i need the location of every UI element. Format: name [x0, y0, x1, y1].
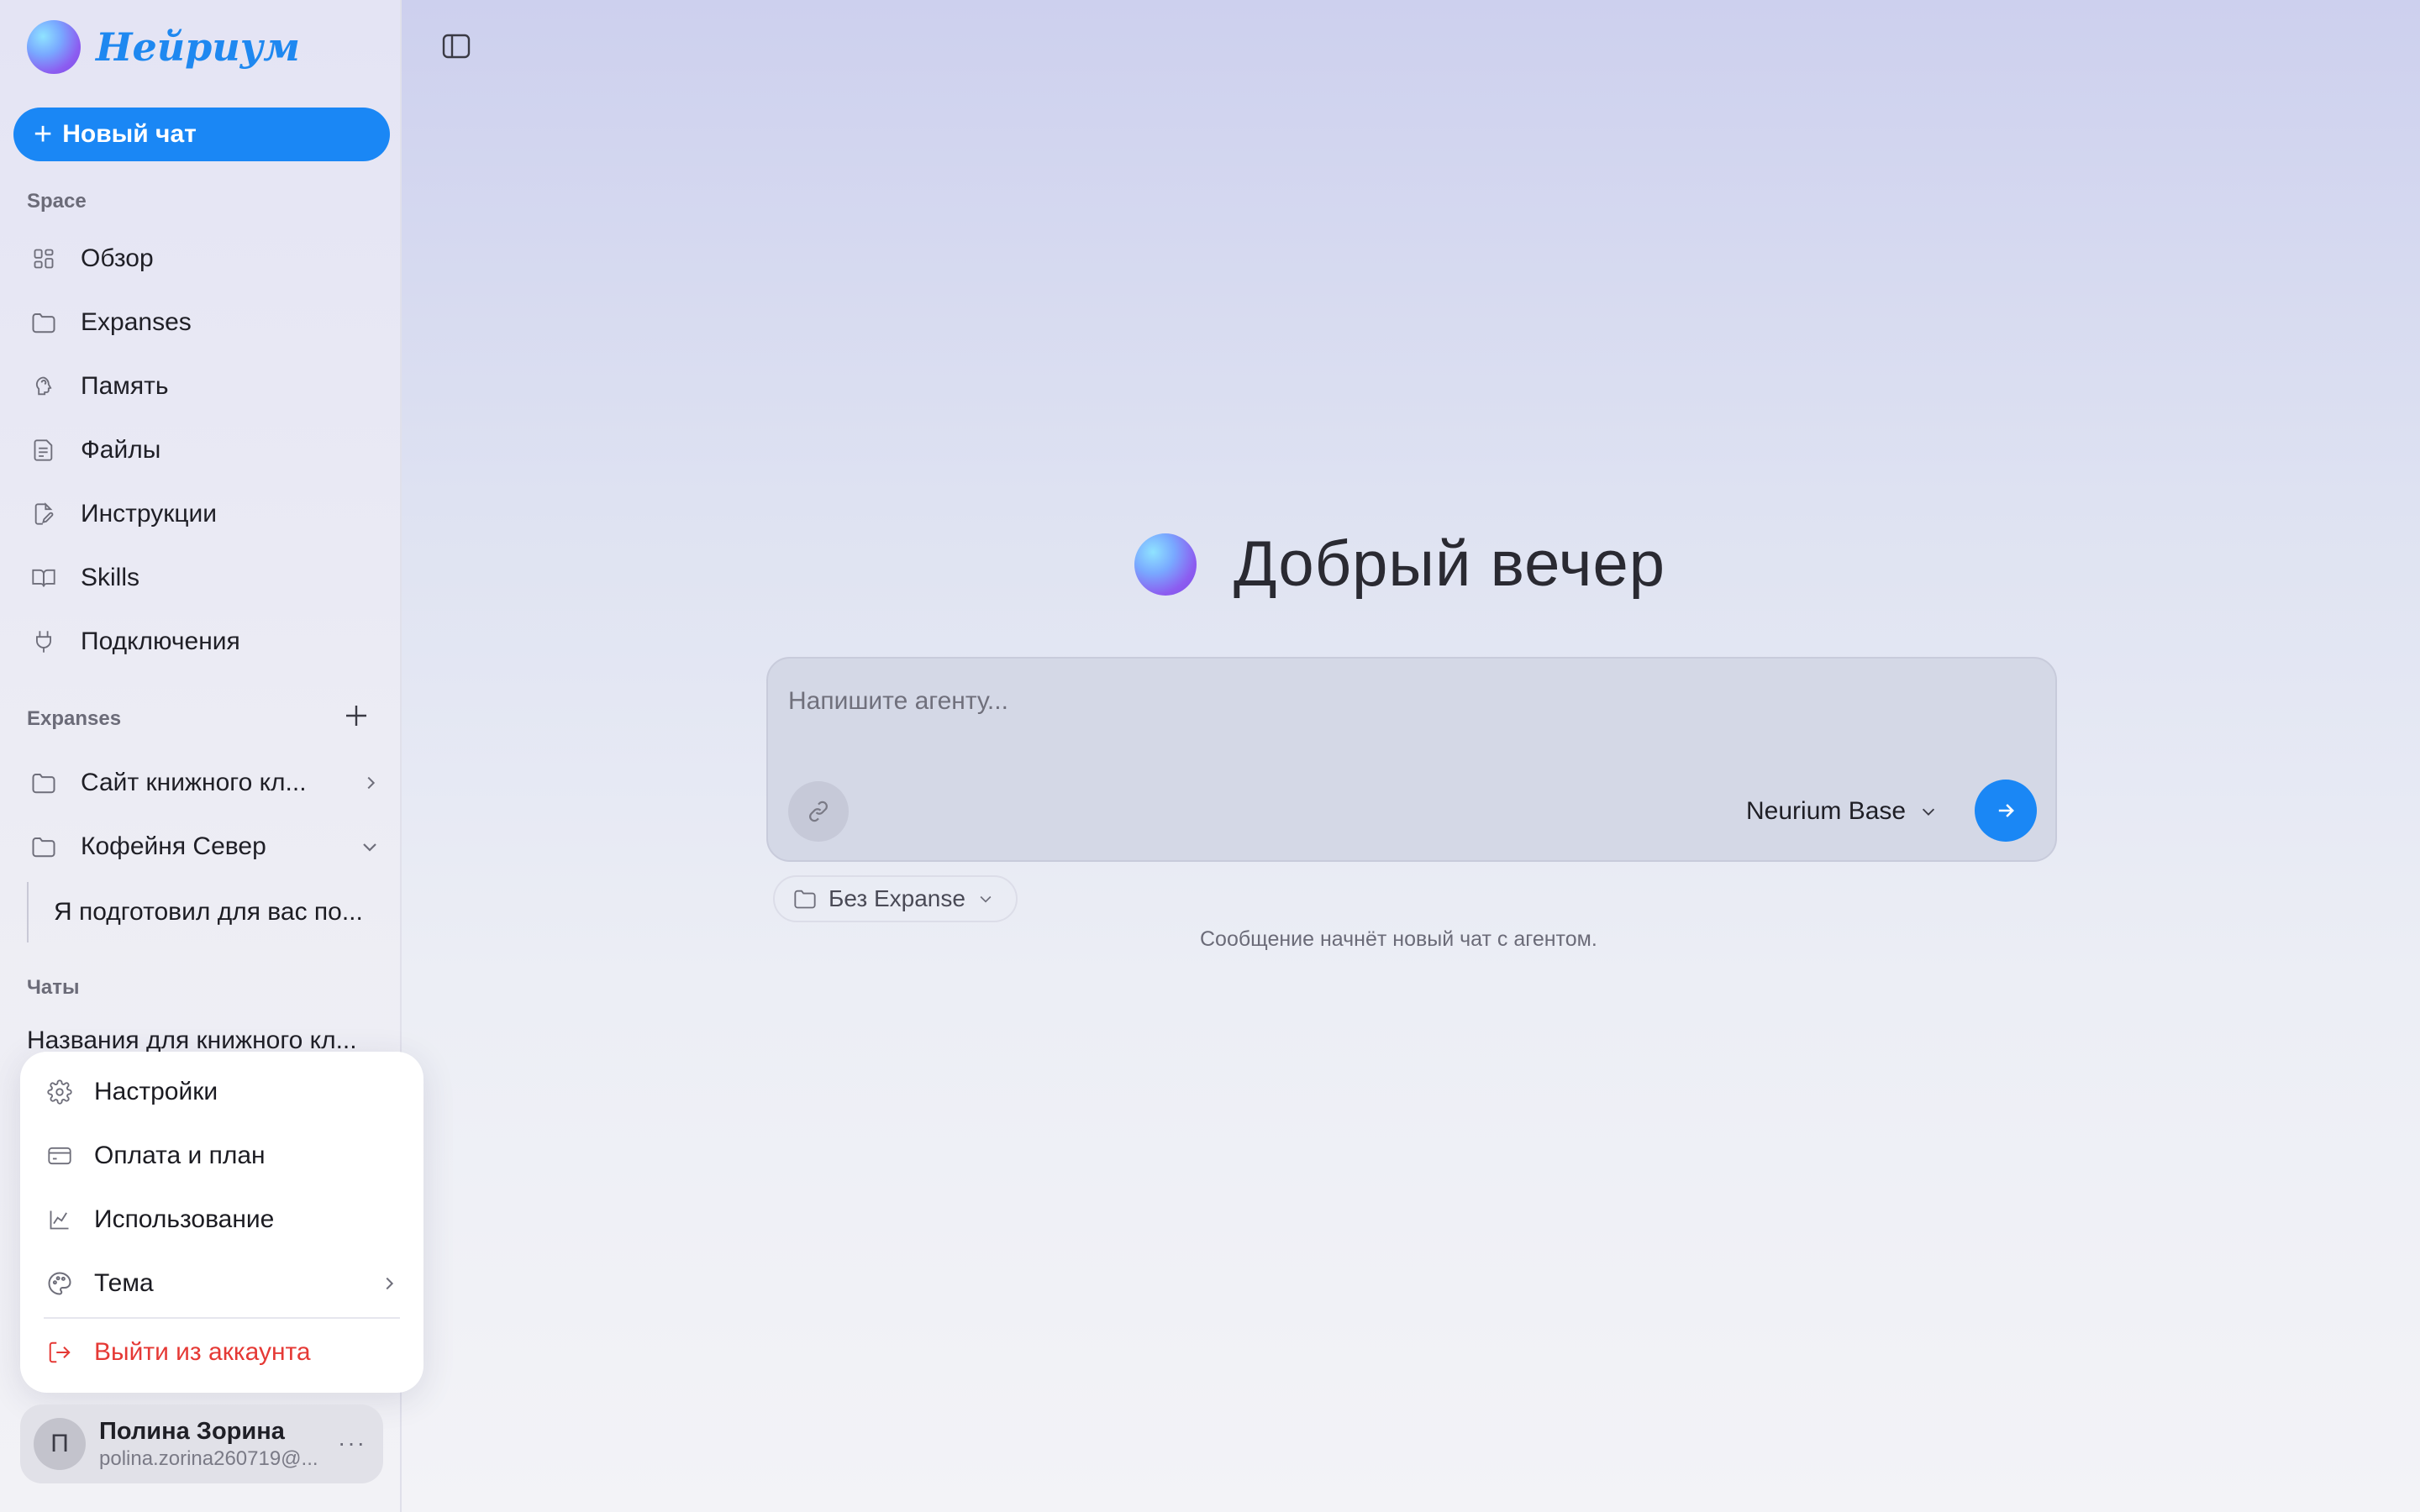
folder-icon	[793, 888, 817, 910]
expanse-item-coffee-north[interactable]: Кофейня Север	[27, 822, 380, 872]
new-chat-label: Новый чат	[62, 120, 197, 148]
sidebar-item-label: Инструкции	[81, 500, 218, 528]
chevron-right-icon[interactable]	[361, 774, 380, 792]
file-icon	[27, 433, 60, 467]
menu-item-label: Оплата и план	[94, 1142, 266, 1169]
new-chat-button[interactable]: + Новый чат	[13, 108, 390, 161]
user-name: Полина Зорина	[99, 1417, 285, 1445]
expanse-thread-item[interactable]: Я подготовил для вас по...	[27, 882, 380, 942]
menu-item-label: Настройки	[94, 1078, 218, 1105]
chat-item[interactable]: Названия для книжного кл...	[27, 1026, 380, 1055]
composer-hint: Сообщение начнёт новый чат с агентом.	[1200, 927, 1597, 951]
account-menu: Настройки Оплата и план Использование Те…	[20, 1052, 424, 1393]
paperclip-icon	[809, 801, 828, 822]
sidebar-item-label: Подключения	[81, 627, 240, 655]
model-selector[interactable]: Neurium Base	[1746, 791, 1938, 832]
folder-icon	[27, 766, 60, 800]
sidebar-item-instructions[interactable]: Инструкции	[27, 489, 380, 539]
section-label-expanses: Expanses	[27, 707, 122, 730]
sidebar-item-overview[interactable]: Обзор	[27, 234, 380, 284]
message-composer: Neurium Base	[766, 657, 2057, 862]
assistant-orb-icon	[1134, 533, 1197, 596]
logo-text: Нейриум	[96, 24, 301, 70]
avatar: П	[34, 1418, 86, 1470]
message-input[interactable]	[788, 680, 2032, 722]
expanse-selector[interactable]: Без Expanse	[773, 875, 1018, 922]
menu-item-usage[interactable]: Использование	[45, 1194, 398, 1245]
folder-icon	[27, 830, 60, 864]
gear-icon	[45, 1078, 74, 1106]
chart-icon	[45, 1205, 74, 1234]
chevron-down-icon	[1919, 802, 1938, 821]
user-email: polina.zorina260719@...	[99, 1446, 318, 1470]
sidebar-item-memory[interactable]: Память	[27, 361, 380, 412]
menu-item-theme[interactable]: Тема	[45, 1258, 398, 1309]
greeting-title: Добрый вечер	[1234, 528, 1665, 600]
menu-item-label: Выйти из аккаунта	[94, 1338, 311, 1366]
sidebar-item-label: Файлы	[81, 436, 161, 464]
arrow-right-icon	[1998, 804, 2014, 817]
model-label: Neurium Base	[1746, 797, 1907, 825]
edit-document-icon	[27, 497, 60, 531]
sidebar-item-skills[interactable]: Skills	[27, 553, 380, 603]
chevron-down-icon	[977, 890, 994, 907]
chevron-down-icon[interactable]	[360, 837, 380, 857]
grid-icon	[27, 242, 60, 276]
menu-item-label: Использование	[94, 1205, 275, 1233]
sidebar-item-files[interactable]: Файлы	[27, 425, 380, 475]
sidebar-item-expanses[interactable]: Expanses	[27, 297, 380, 348]
expanse-item-label: Сайт книжного кл...	[81, 769, 307, 796]
thread-label: Я подготовил для вас по...	[54, 898, 363, 926]
add-expanse-button[interactable]	[343, 702, 370, 729]
sidebar-toggle-button[interactable]	[442, 34, 471, 59]
menu-divider	[44, 1317, 400, 1319]
brain-icon	[27, 370, 60, 403]
expanse-item-label: Кофейня Север	[81, 832, 266, 860]
attach-button[interactable]	[788, 781, 849, 842]
chevron-right-icon	[380, 1274, 398, 1293]
section-label-chats: Чаты	[27, 976, 80, 999]
user-card[interactable]: П Полина Зорина polina.zorina260719@... …	[20, 1404, 383, 1483]
sidebar-item-label: Expanses	[81, 308, 192, 336]
app-logo[interactable]: Нейриум	[27, 20, 300, 74]
folder-icon	[27, 306, 60, 339]
send-button[interactable]	[1975, 780, 2037, 842]
expanse-selector-label: Без Expanse	[829, 885, 965, 911]
sidebar-item-label: Память	[81, 372, 169, 400]
palette-icon	[45, 1269, 74, 1298]
section-label-space: Space	[27, 190, 87, 213]
sidebar-item-label: Обзор	[81, 244, 154, 272]
sidebar-item-label: Skills	[81, 564, 140, 591]
logout-icon	[45, 1338, 74, 1367]
plus-icon: +	[34, 117, 53, 152]
plug-icon	[27, 625, 60, 659]
logo-orb-icon	[27, 20, 81, 74]
menu-item-logout[interactable]: Выйти из аккаунта	[45, 1327, 398, 1378]
menu-item-billing[interactable]: Оплата и план	[45, 1131, 398, 1181]
menu-item-label: Тема	[94, 1269, 154, 1297]
sidebar-item-connections[interactable]: Подключения	[27, 617, 380, 667]
book-icon	[27, 561, 60, 595]
menu-item-settings[interactable]: Настройки	[45, 1067, 398, 1117]
card-icon	[45, 1142, 74, 1170]
expanse-item-book-club-site[interactable]: Сайт книжного кл...	[27, 758, 380, 808]
greeting-hero: Добрый вечер	[1134, 528, 1665, 601]
more-options-icon[interactable]: ···	[338, 1430, 366, 1457]
